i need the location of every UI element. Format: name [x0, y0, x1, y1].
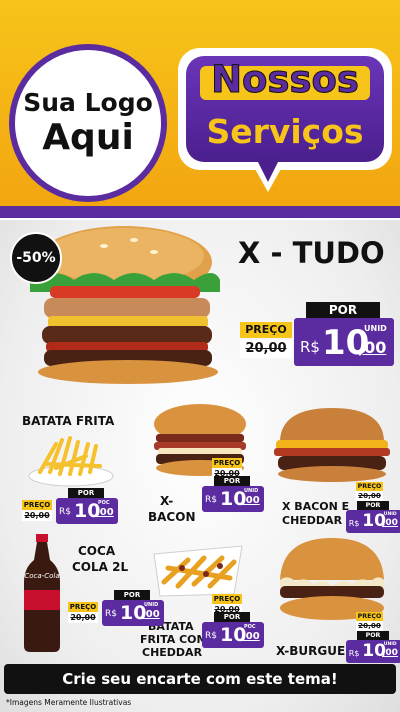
item-price-dec: ,00 — [382, 648, 398, 659]
item-currency: R$ — [348, 648, 360, 659]
item-unit: POC — [98, 500, 110, 506]
featured-name: X - TUDO — [238, 236, 385, 270]
item-price-dec: ,00 — [242, 631, 260, 642]
item-batata-cheddar-name-l2: FRITA COM — [140, 633, 208, 646]
item-price-dec: ,00 — [382, 518, 398, 529]
item-currency: R$ — [205, 631, 217, 641]
featured-unit: UNID — [364, 324, 387, 333]
item-batata-frita-name: BATATA FRITA — [22, 414, 115, 428]
item-preco-label: PREÇO — [212, 458, 242, 468]
item-unit: UNID — [383, 511, 397, 517]
batata-cheddar-image — [153, 545, 243, 597]
featured-price-dec: ,00 — [358, 338, 387, 357]
title-line1: Nossos — [211, 58, 360, 102]
item-preco-label: PREÇO — [68, 602, 98, 612]
item-currency: R$ — [205, 495, 217, 505]
item-x-bacon-cheddar-name-l1: X BACON E — [282, 500, 350, 513]
featured-preco-label: PREÇO — [240, 322, 292, 338]
item-price-dec: ,00 — [242, 495, 260, 506]
item-currency: R$ — [59, 507, 71, 517]
item-unit: UNID — [244, 488, 259, 494]
batata-frita-image — [28, 436, 114, 487]
item-por-label: POR — [356, 501, 390, 510]
x-burguer-image — [280, 538, 384, 620]
logo-placeholder[interactable]: Sua Logo Aqui — [9, 44, 167, 202]
item-por-label: POR — [114, 590, 150, 600]
item-por-label: POR — [68, 488, 104, 498]
coca-cola-bottle-image — [24, 534, 60, 652]
item-unit: POC — [244, 624, 256, 630]
item-coca-cola-name-l1: COCA — [78, 544, 116, 558]
header-stripe — [0, 206, 400, 218]
item-unit: UNID — [144, 602, 159, 608]
item-currency: R$ — [105, 609, 117, 619]
item-x-bacon-name-l1: X- — [160, 494, 174, 508]
item-por-label: POR — [214, 612, 250, 622]
item-por-label: POR — [356, 631, 390, 640]
item-old-price: 20,00 — [68, 612, 98, 623]
item-batata-cheddar-name-l3: CHEDDAR — [142, 646, 203, 659]
item-preco-label: PREÇO — [22, 500, 52, 510]
title-line2: Serviços — [206, 112, 364, 151]
item-old-price: 20,00 — [356, 491, 383, 501]
x-bacon-cheddar-image — [274, 408, 390, 482]
cta-button[interactable]: Crie seu encarte com este tema! — [4, 664, 396, 694]
item-preco-label: PREÇO — [356, 482, 383, 491]
coca-cola-label: Coca-Cola — [24, 572, 60, 580]
featured-currency: R$ — [300, 338, 320, 356]
logo-inner: Sua Logo Aqui — [15, 50, 161, 196]
item-currency: R$ — [348, 518, 360, 529]
bubble-tail-inner — [256, 158, 280, 182]
item-x-bacon-cheddar-name-l2: CHEDDAR — [282, 514, 343, 527]
item-price-dec: ,00 — [96, 507, 114, 518]
item-old-price: 20,00 — [22, 510, 52, 521]
logo-line2: Aqui — [42, 117, 134, 158]
item-old-price: 20,00 — [356, 621, 383, 631]
item-unit: UNID — [383, 641, 397, 647]
disclaimer: *Imagens Meramente Ilustrativas — [6, 698, 132, 707]
item-x-burguer-name: X-BURGUER — [276, 644, 355, 658]
item-preco-label: PREÇO — [212, 594, 242, 604]
featured-old-price: 20,00 — [240, 340, 292, 358]
item-preco-label: PREÇO — [356, 612, 383, 621]
item-x-bacon-name-l2: BACON — [148, 510, 196, 524]
item-price-dec: ,00 — [142, 609, 160, 620]
discount-badge: -50% — [10, 232, 62, 284]
item-por-label: POR — [214, 476, 250, 486]
item-coca-cola-name-l2: COLA 2L — [72, 560, 129, 574]
logo-line1: Sua Logo — [23, 88, 153, 117]
featured-por-label: POR — [306, 302, 380, 318]
